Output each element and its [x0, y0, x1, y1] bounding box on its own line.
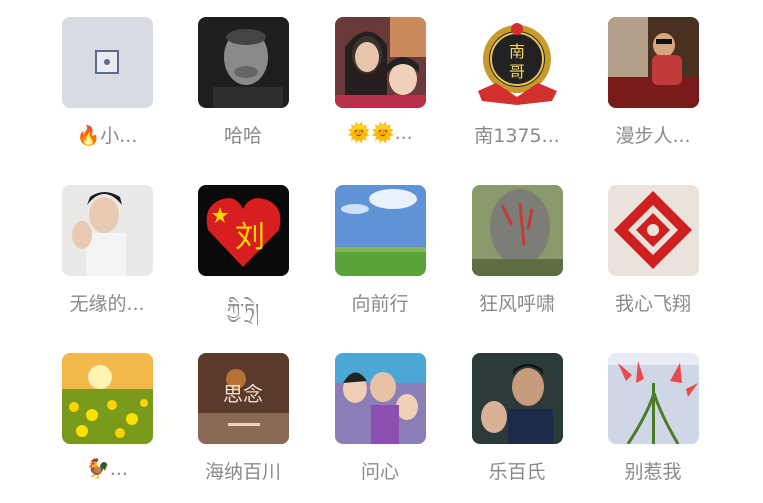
friend-name: 南1375...	[474, 125, 560, 147]
placeholder-avatar	[62, 17, 153, 108]
friend-item[interactable]: 无缘的...	[52, 185, 162, 335]
friend-name: 我心飞翔	[614, 293, 691, 315]
friend-name: 别惹我	[624, 461, 682, 483]
friend-name: 问心	[360, 461, 399, 483]
calligraphy-avatar: 思念	[198, 353, 289, 444]
svg-text:思念: 思念	[223, 382, 263, 406]
family-photo-avatar	[335, 353, 426, 444]
friend-name: 无缘的...	[69, 293, 145, 315]
friend-item[interactable]: 别惹我	[598, 353, 708, 503]
friend-item[interactable]: 思念 海纳百川	[188, 353, 298, 503]
friend-item[interactable]: 问心	[325, 353, 435, 503]
mother-daughter-selfie-avatar	[335, 17, 426, 108]
svg-text:哥: 哥	[509, 62, 525, 81]
red-flower-avatar	[608, 353, 699, 444]
friend-name: 海纳百川	[204, 461, 281, 483]
friend-name: 🔥小...	[76, 125, 138, 147]
friend-item[interactable]: 漫步人...	[598, 17, 708, 167]
friend-item[interactable]: 我心飞翔	[598, 185, 708, 335]
friend-name: 向前行	[351, 293, 409, 315]
friend-item[interactable]: 南 哥 南1375...	[462, 17, 572, 167]
friend-name: 🐓...	[86, 458, 128, 480]
stone-calligraphy-avatar	[472, 185, 563, 276]
friend-name: 乐百氏	[488, 461, 546, 483]
flag-heart-avatar: 刘	[198, 185, 289, 276]
friend-item[interactable]: 🐓...	[52, 353, 162, 503]
paper-cut-avatar	[608, 185, 699, 276]
friend-item[interactable]: 哈哈	[188, 17, 298, 167]
svg-text:刘: 刘	[235, 220, 265, 255]
friend-item[interactable]: 狂风呼啸	[462, 185, 572, 335]
friend-item[interactable]: 乐百氏	[462, 353, 572, 503]
friend-avatar-grid: 🔥小... 哈哈 🌞�	[0, 0, 763, 500]
sky-field-avatar	[335, 185, 426, 276]
svg-text:南: 南	[509, 42, 525, 61]
friend-name: ཀྱི་ཏྲེ།	[226, 300, 260, 322]
friend-name: 🌞🌞...	[347, 122, 413, 144]
badge-avatar: 南 哥	[472, 17, 563, 108]
man-portrait-avatar	[62, 185, 153, 276]
bw-portrait-avatar	[198, 17, 289, 108]
friend-item[interactable]: 向前行	[325, 185, 435, 335]
friend-item[interactable]: 刘 ཀྱི་ཏྲེ།	[188, 185, 298, 335]
friend-item[interactable]: 🌞🌞...	[325, 17, 435, 167]
friend-name: 狂风呼啸	[478, 293, 555, 315]
couple-photo-avatar	[472, 353, 563, 444]
sunflower-field-avatar	[62, 353, 153, 444]
friend-item[interactable]: 🔥小...	[52, 17, 162, 167]
friend-name: 漫步人...	[615, 125, 691, 147]
friend-name: 哈哈	[223, 125, 262, 147]
child-photo-avatar	[608, 17, 699, 108]
